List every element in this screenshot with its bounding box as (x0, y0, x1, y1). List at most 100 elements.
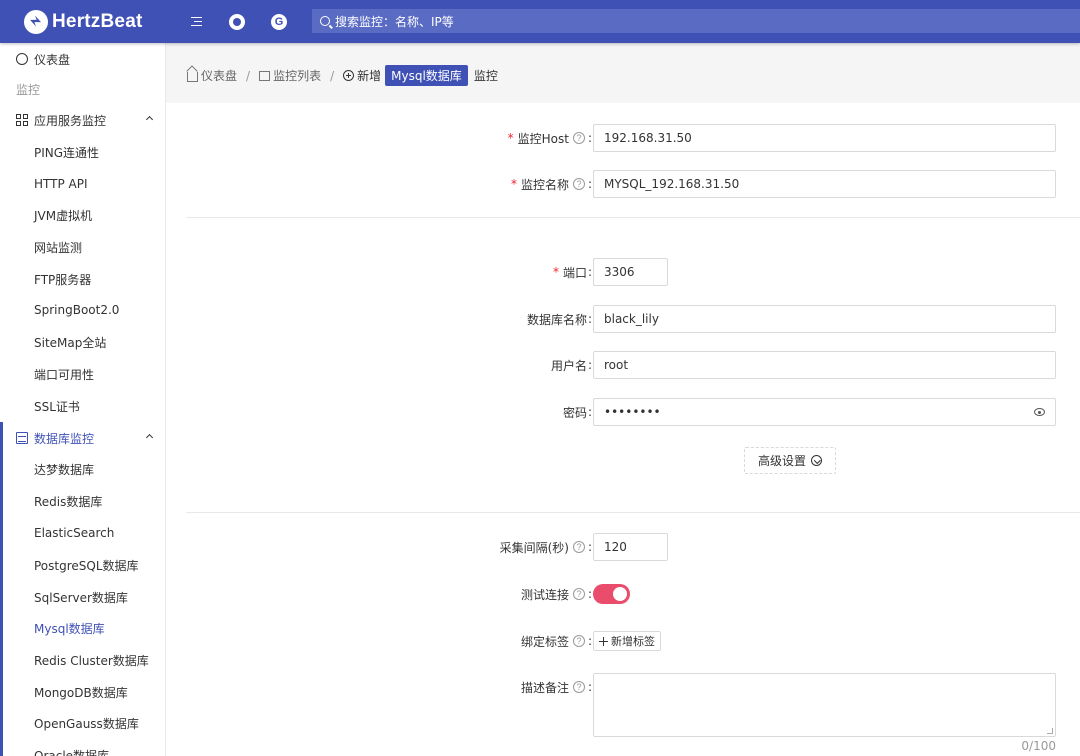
sidebar-item-http-api[interactable]: HTTP API (0, 168, 165, 200)
sidebar-item-ping[interactable]: PING连通性 (0, 136, 165, 168)
description-label-text: 描述备注 (520, 680, 569, 695)
question-circle-icon[interactable]: ? (572, 588, 585, 600)
label-colon: : (587, 634, 592, 648)
database-name-input[interactable]: black_lily (593, 305, 1056, 333)
search-placeholder: 搜索监控：名称、IP等 (335, 14, 454, 29)
sidebar-item-mysql[interactable]: Mysql数据库 (0, 612, 165, 644)
sidebar-item-port[interactable]: 端口可用性 (0, 358, 165, 390)
label-colon: : (587, 540, 592, 554)
test-connection-label-text: 测试连接 (520, 587, 569, 602)
sidebar-item-ssl[interactable]: SSL证书 (0, 390, 165, 422)
username-label: 用户名 : (551, 351, 592, 379)
question-circle-icon[interactable]: ? (572, 635, 585, 647)
gitee-icon[interactable]: G (258, 0, 300, 43)
resize-grip-icon[interactable] (1047, 728, 1053, 734)
sidebar-group-label-database: 数据库监控 (34, 431, 95, 446)
github-icon[interactable] (216, 0, 258, 43)
form-row-password: 密码 : •••••••• (166, 398, 1080, 426)
test-connection-label: 测试连接 ? : (521, 580, 592, 608)
character-counter: 0/100 (1021, 739, 1056, 753)
password-label: 密码 : (563, 398, 592, 426)
question-circle-icon[interactable]: ? (572, 681, 585, 693)
sidebar-item-sitemap[interactable]: SiteMap全站 (0, 326, 165, 358)
add-tag-button[interactable]: 新增标签 (593, 631, 661, 651)
breadcrumb-monitor: 监控 (473, 69, 498, 83)
chevron-down-circle-icon (811, 455, 822, 466)
breadcrumb-new: 新增 (357, 69, 382, 83)
sidebar-item-dashboard[interactable]: 仪表盘 (0, 43, 165, 75)
database-icon (16, 432, 28, 444)
breadcrumb-separator: / (330, 68, 335, 83)
username-input[interactable]: root (593, 351, 1056, 379)
sidebar-item-redis-cluster[interactable]: Redis Cluster数据库 (0, 644, 165, 676)
sidebar-item-postgresql[interactable]: PostgreSQL数据库 (0, 549, 165, 581)
label-colon: : (587, 680, 592, 694)
tags-label: 绑定标签 ? : (521, 627, 592, 655)
tags-label-text: 绑定标签 (520, 634, 569, 649)
label-colon: : (587, 358, 592, 372)
eye-icon[interactable] (1034, 408, 1045, 416)
password-input[interactable]: •••••••• (593, 398, 1056, 426)
plus-circle-icon (343, 70, 355, 81)
port-label: * 端口 : (553, 258, 592, 286)
port-input[interactable]: 3306 (593, 258, 668, 286)
interval-label-text: 采集间隔(秒) (499, 540, 569, 555)
form-row-host: * 监控Host ? : 192.168.31.50 (166, 124, 1080, 152)
menu-fold-icon[interactable] (176, 0, 216, 43)
label-colon: : (587, 131, 592, 145)
advanced-settings-button[interactable]: 高级设置 (744, 447, 836, 474)
search-input[interactable]: 搜索监控：名称、IP等 (312, 9, 1080, 33)
password-mask: •••••••• (604, 405, 661, 419)
question-circle-icon[interactable]: ? (572, 178, 585, 190)
sidebar-item-springboot[interactable]: SpringBoot2.0 (0, 294, 165, 326)
host-input[interactable]: 192.168.31.50 (593, 124, 1056, 152)
label-colon: : (587, 405, 592, 419)
breadcrumb-dashboard[interactable]: 仪表盘 (201, 67, 237, 84)
host-label-text: 监控Host (517, 131, 569, 146)
sidebar: 仪表盘 监控 应用服务监控 PING连通性 HTTP API JVM虚拟机 网站… (0, 43, 166, 756)
plus-icon (599, 636, 608, 646)
sidebar-item-ftp[interactable]: FTP服务器 (0, 263, 165, 295)
question-circle-icon[interactable]: ? (572, 541, 585, 553)
sidebar-group-app[interactable]: 应用服务监控 (0, 104, 165, 136)
section-divider (186, 512, 1080, 513)
monitor-name-input[interactable]: MYSQL_192.168.31.50 (593, 170, 1056, 198)
sidebar-item-website[interactable]: 网站监测 (0, 231, 165, 263)
required-mark: * (552, 265, 559, 279)
sidebar-item-dameng[interactable]: 达梦数据库 (0, 453, 165, 485)
name-label-text: 监控名称 (520, 177, 569, 192)
sidebar-item-jvm[interactable]: JVM虚拟机 (0, 199, 165, 231)
question-circle-icon[interactable]: ? (572, 132, 585, 144)
label-colon: : (587, 265, 592, 279)
interval-input[interactable]: 120 (593, 533, 668, 561)
port-label-text: 端口 (562, 265, 587, 280)
form-row-interval: 采集间隔(秒) ? : 120 (166, 533, 1080, 561)
sidebar-item-mongodb[interactable]: MongoDB数据库 (0, 676, 165, 708)
sidebar-item-opengauss[interactable]: OpenGauss数据库 (0, 707, 165, 739)
advanced-settings-label: 高级设置 (757, 454, 806, 468)
breadcrumb-monitor-list[interactable]: 监控列表 (273, 67, 321, 84)
form-row-username: 用户名 : root (166, 351, 1080, 379)
breadcrumb-separator: / (246, 68, 251, 83)
label-colon: : (587, 312, 592, 326)
form-row-port: * 端口 : 3306 (166, 258, 1080, 286)
password-label-text: 密码 (562, 405, 587, 420)
test-connection-toggle[interactable] (593, 584, 630, 604)
username-label-text: 用户名 (550, 358, 587, 373)
brand-name: HertzBeat (52, 10, 143, 32)
dashboard-icon (16, 53, 28, 65)
logo[interactable]: HertzBeat (0, 9, 166, 34)
sidebar-item-elasticsearch[interactable]: ElasticSearch (0, 517, 165, 549)
top-header: HertzBeat G 搜索监控：名称、IP等 (0, 0, 1080, 43)
sidebar-group-database[interactable]: 数据库监控 (0, 422, 165, 454)
description-textarea[interactable] (593, 673, 1056, 737)
sidebar-item-redis[interactable]: Redis数据库 (0, 485, 165, 517)
home-icon (187, 71, 198, 82)
chevron-up-icon (145, 115, 154, 124)
database-label: 数据库名称 : (527, 305, 592, 333)
sidebar-item-sqlserver[interactable]: SqlServer数据库 (0, 581, 165, 613)
sidebar-item-oracle[interactable]: Oracle数据库 (0, 739, 165, 756)
form-row-database: 数据库名称 : black_lily (166, 305, 1080, 333)
breadcrumb-bar: 仪表盘 / 监控列表 / 新增 Mysql数据库 监控 (166, 43, 1080, 103)
interval-label: 采集间隔(秒) ? : (500, 533, 592, 561)
